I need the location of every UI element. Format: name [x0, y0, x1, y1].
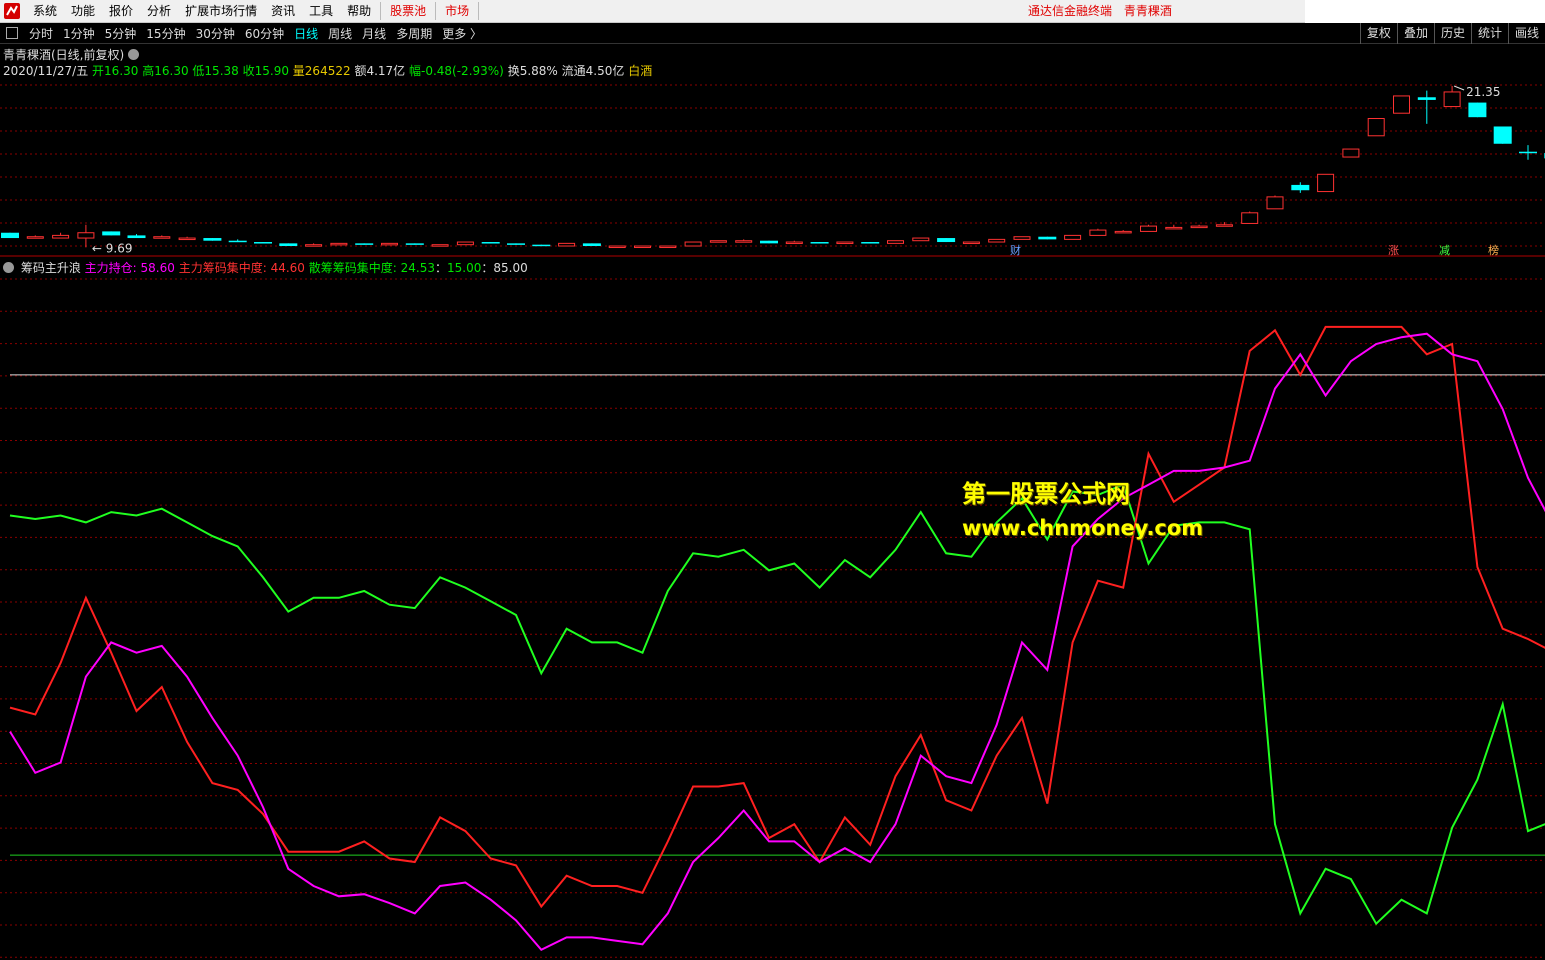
sector-value[interactable]: 白酒 [628, 64, 652, 78]
candle-body-down [1468, 102, 1487, 118]
candle-body-up [456, 241, 474, 246]
candle-body-down [1, 232, 19, 239]
candle-body-up [887, 240, 904, 244]
stock-title: 青青稞酒(日线,前复权) [3, 48, 125, 62]
candle-body-down [532, 244, 551, 247]
indicator-menu-icon[interactable] [3, 262, 14, 273]
ohlc-info-line: 2020/11/27/五 开16.30 高16.30 低15.38 收15.90… [3, 62, 652, 79]
candle-body-down [102, 231, 121, 236]
candle-body-down [481, 242, 500, 244]
candle-body-down [582, 243, 601, 247]
indicator-title-line: 筹码主升浪 主力持仓: 58.60 主力筹码集中度: 44.60 散筹筹码集中度… [3, 259, 528, 276]
main-concentration-line [9, 325, 1545, 909]
candle-body-up [988, 238, 1006, 243]
candle-body-down [861, 242, 880, 244]
limit-up-badge[interactable]: 涨 [1388, 242, 1399, 258]
candle-body-up [558, 242, 576, 247]
candle-body-up [178, 237, 196, 241]
candle-body-up [608, 245, 626, 249]
candle-body-up [1089, 229, 1107, 236]
candle-body-down [127, 235, 146, 239]
amount-value: 额4.17亿 [354, 64, 406, 78]
retail-concentration-line [9, 483, 1545, 926]
watermark-title: 第一股票公式网 [962, 480, 1130, 508]
candle-body-up [735, 240, 753, 243]
candle-body-down [405, 243, 424, 245]
main-conc-label: 主力筹码集中度: 44.60 [178, 261, 305, 275]
candle-body-down [254, 242, 272, 244]
candle-body-down [1519, 151, 1537, 154]
candle-body-up [330, 242, 348, 246]
candle-body-down [1417, 97, 1436, 100]
candle-body-down [203, 238, 222, 241]
watermark-url: www.chnmoney.com [962, 516, 1204, 540]
high-value: 高16.30 [142, 64, 189, 78]
candle-body-up [1215, 224, 1233, 227]
candle-body-up [634, 245, 651, 249]
close-value: 收15.90 [242, 64, 289, 78]
volume-value: 量264522 [292, 64, 351, 78]
candle-body-down [937, 238, 956, 243]
candle-body-up [1393, 95, 1410, 114]
turnover-value: 换5.88% [507, 64, 558, 78]
main-hold-label: 主力持仓: 58.60 [84, 261, 175, 275]
kline-chart[interactable]: 21.35 ← 9.69 [0, 0, 1545, 960]
candle-body-up [1241, 212, 1259, 224]
low-ref-label: 15.00 [447, 261, 482, 275]
candle-body-up [1367, 118, 1385, 137]
candle-body-up [381, 242, 398, 246]
candle-body-down [355, 243, 374, 245]
candle-body-down [1291, 184, 1310, 191]
candle-body-up [1140, 225, 1157, 232]
candle-body-down [810, 242, 829, 244]
float-value: 流通4.50亿 [561, 64, 625, 78]
candle-body-down [1038, 236, 1057, 240]
main-holding-line [9, 332, 1545, 952]
candle-body-up [1317, 173, 1335, 193]
candle-body-up [912, 237, 930, 242]
candle-body-up [962, 241, 980, 245]
finance-badge[interactable]: 财 [1010, 242, 1021, 258]
candle-body-up [305, 244, 323, 247]
retail-conc-label: 散筹筹码集中度: 24.53 [308, 261, 435, 275]
change-value: 幅-0.48(-2.93%) [409, 64, 504, 78]
open-value: 开16.30 [92, 64, 139, 78]
high-mark-pointer [1453, 85, 1465, 91]
candle-body-up [1190, 225, 1208, 229]
candle-body-down [1493, 126, 1512, 144]
candle-body-up [1114, 230, 1132, 234]
stock-title-line: 青青稞酒(日线,前复权) [3, 46, 142, 63]
candle-body-up [52, 234, 70, 239]
bar-date: 2020/11/27/五 [3, 64, 89, 78]
candle-body-up [1165, 226, 1183, 230]
reduce-badge[interactable]: 减 [1439, 242, 1450, 258]
candle-body-up [77, 232, 95, 239]
candle-body-up [1266, 196, 1284, 210]
candle-body-down [279, 243, 298, 247]
candle-body-up [659, 245, 677, 249]
candle-body-up [684, 241, 702, 247]
low-value: 低15.38 [192, 64, 239, 78]
indicator-name[interactable]: 筹码主升浪 [21, 261, 81, 275]
candle-body-up [431, 244, 449, 247]
candle-body-up [1443, 91, 1461, 108]
candle-body-down [760, 240, 778, 244]
candle-body-up [709, 240, 727, 243]
low-mark-label: ← 9.69 [92, 241, 133, 255]
candle-body-down [507, 243, 525, 245]
candle-body-down [228, 240, 247, 243]
high-ref-label: 85.00 [493, 261, 528, 275]
candle-body-up [785, 241, 803, 245]
candle-body-up [1342, 148, 1360, 158]
rank-badge[interactable]: 榜 [1488, 242, 1499, 258]
high-mark-label: 21.35 [1466, 85, 1500, 99]
candle-body-up [836, 241, 854, 245]
candle-body-up [26, 236, 44, 239]
candle-body-up [1013, 236, 1031, 240]
candle-body-up [153, 236, 171, 239]
candle-body-up [1064, 234, 1082, 240]
stock-menu-icon[interactable] [128, 49, 140, 60]
